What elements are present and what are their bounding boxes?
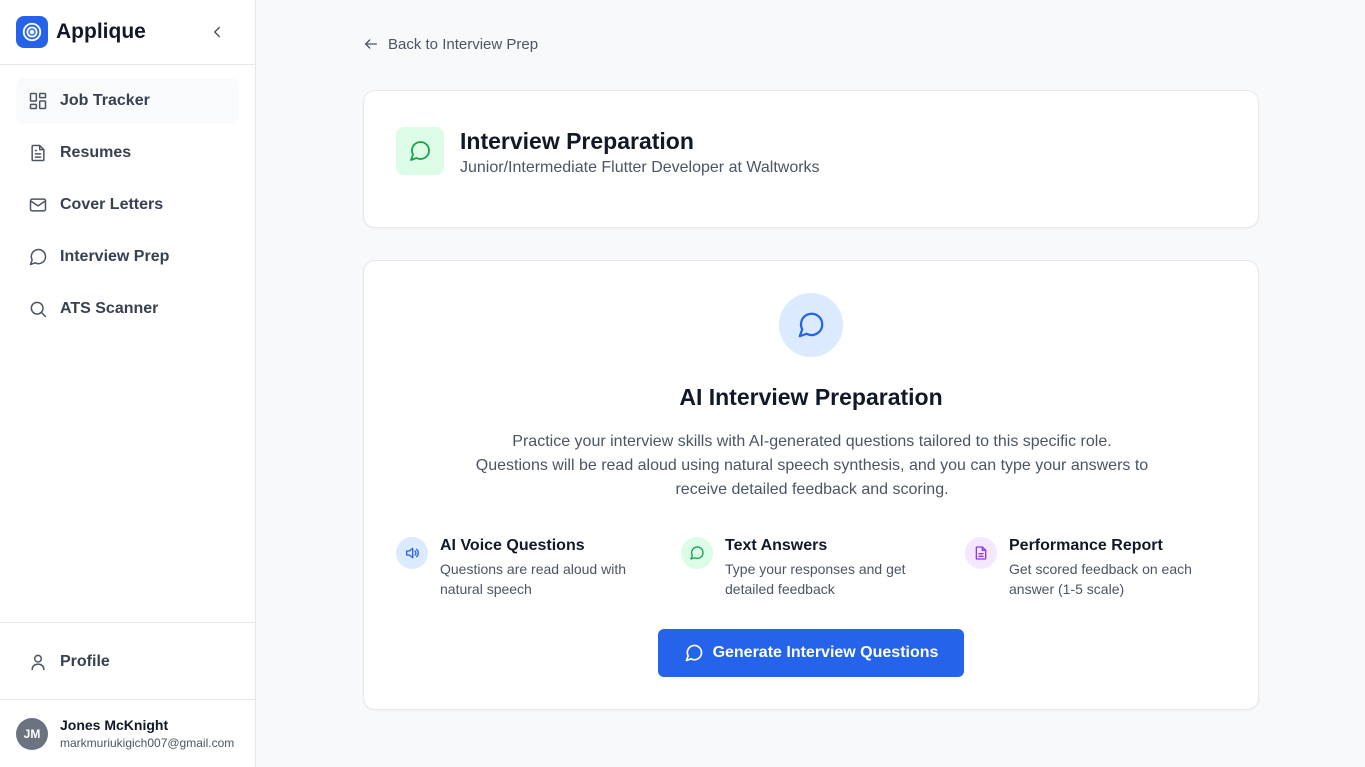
feature-description-line: Get scored feedback on each (1009, 561, 1192, 577)
job-subtitle: Junior/Intermediate Flutter Developer at… (460, 159, 820, 176)
avatar: JM (16, 717, 48, 750)
file-text-icon (965, 537, 997, 569)
feature-ai-voice-questions: AI Voice Questions Questions are read al… (396, 537, 656, 601)
sidebar-nav: Job Tracker Resumes Cover Letters Interv… (0, 65, 255, 332)
message-circle-icon (28, 247, 48, 267)
sidebar-item-resumes[interactable]: Resumes (16, 130, 239, 176)
sidebar-item-label: Resumes (60, 144, 132, 161)
feature-description: Get scored feedback on each answer (1-5 … (1009, 559, 1209, 599)
feature-performance-report: Performance Report Get scored feedback o… (965, 537, 1225, 601)
sidebar: Applique Job Tracker Resumes Cover Lette… (0, 0, 256, 767)
app-logo-icon (16, 16, 48, 48)
feature-description: Questions are read aloud with natural sp… (440, 559, 640, 599)
sidebar-item-job-tracker[interactable]: Job Tracker (16, 78, 239, 124)
user-name: Jones McKnight (60, 717, 169, 733)
feature-description-line: natural speech (440, 581, 532, 597)
description-line: Questions will be read aloud using natur… (475, 457, 1149, 474)
feature-description-line: Questions are read aloud with (440, 561, 626, 577)
generate-interview-questions-button[interactable]: Generate Interview Questions (658, 629, 964, 677)
user-icon (28, 652, 48, 672)
description-line: receive detailed feedback and scoring. (675, 481, 949, 498)
sidebar-item-label: Cover Letters (60, 196, 164, 213)
feature-text-answers: Text Answers Type your responses and get… (681, 537, 941, 601)
app-name: Applique (56, 20, 146, 43)
feature-description-line: Type your responses and get (725, 561, 906, 577)
back-to-interview-prep-link[interactable]: Back to Interview Prep (363, 34, 538, 54)
user-email: markmuriukigich007@gmail.com (60, 736, 235, 750)
sidebar-item-label: ATS Scanner (60, 300, 159, 317)
feature-title: AI Voice Questions (440, 537, 585, 554)
sidebar-item-interview-prep[interactable]: Interview Prep (16, 234, 239, 280)
feature-description-line: detailed feedback (725, 581, 835, 597)
layout-grid-icon (28, 91, 48, 111)
feature-description-line: answer (1-5 scale) (1009, 581, 1125, 597)
sidebar-item-label: Interview Prep (60, 248, 170, 265)
sidebar-item-ats-scanner[interactable]: ATS Scanner (16, 286, 239, 332)
page-title: Interview Preparation (460, 128, 694, 154)
feature-title: Text Answers (725, 537, 828, 554)
brand-header: Applique (0, 0, 255, 65)
profile-label: Profile (60, 652, 110, 670)
user-info: Jones McKnight markmuriukigich007@gmail.… (60, 717, 234, 750)
feature-title: Performance Report (1009, 537, 1163, 554)
sidebar-item-cover-letters[interactable]: Cover Letters (16, 182, 239, 228)
arrow-left-icon (365, 39, 377, 49)
interview-header-card: Interview Preparation Junior/Intermediat… (363, 90, 1259, 228)
file-text-icon (28, 143, 48, 163)
sidebar-item-profile[interactable]: Profile (16, 639, 239, 685)
message-circle-icon (681, 537, 713, 569)
chevron-left-icon (214, 26, 220, 38)
ai-interview-card: AI Interview Preparation Practice your i… (363, 260, 1259, 710)
collapse-sidebar-button[interactable] (205, 20, 229, 44)
profile-section: Profile (0, 622, 255, 700)
sidebar-item-label: Job Tracker (60, 92, 150, 109)
search-icon (28, 299, 48, 319)
message-circle-icon (779, 293, 843, 357)
section-description: Practice your interview skills with AI-g… (462, 430, 1162, 502)
message-circle-icon (396, 127, 444, 175)
message-circle-icon (685, 644, 702, 662)
description-line: Practice your interview skills with AI-g… (512, 433, 1112, 450)
section-title: AI Interview Preparation (679, 384, 943, 410)
user-card[interactable]: JM Jones McKnight markmuriukigich007@gma… (0, 699, 255, 767)
button-label: Generate Interview Questions (712, 644, 939, 661)
back-link-label: Back to Interview Prep (388, 35, 539, 53)
feature-description: Type your responses and get detailed fee… (725, 559, 925, 599)
mail-icon (28, 195, 48, 215)
speaker-icon (396, 537, 428, 569)
